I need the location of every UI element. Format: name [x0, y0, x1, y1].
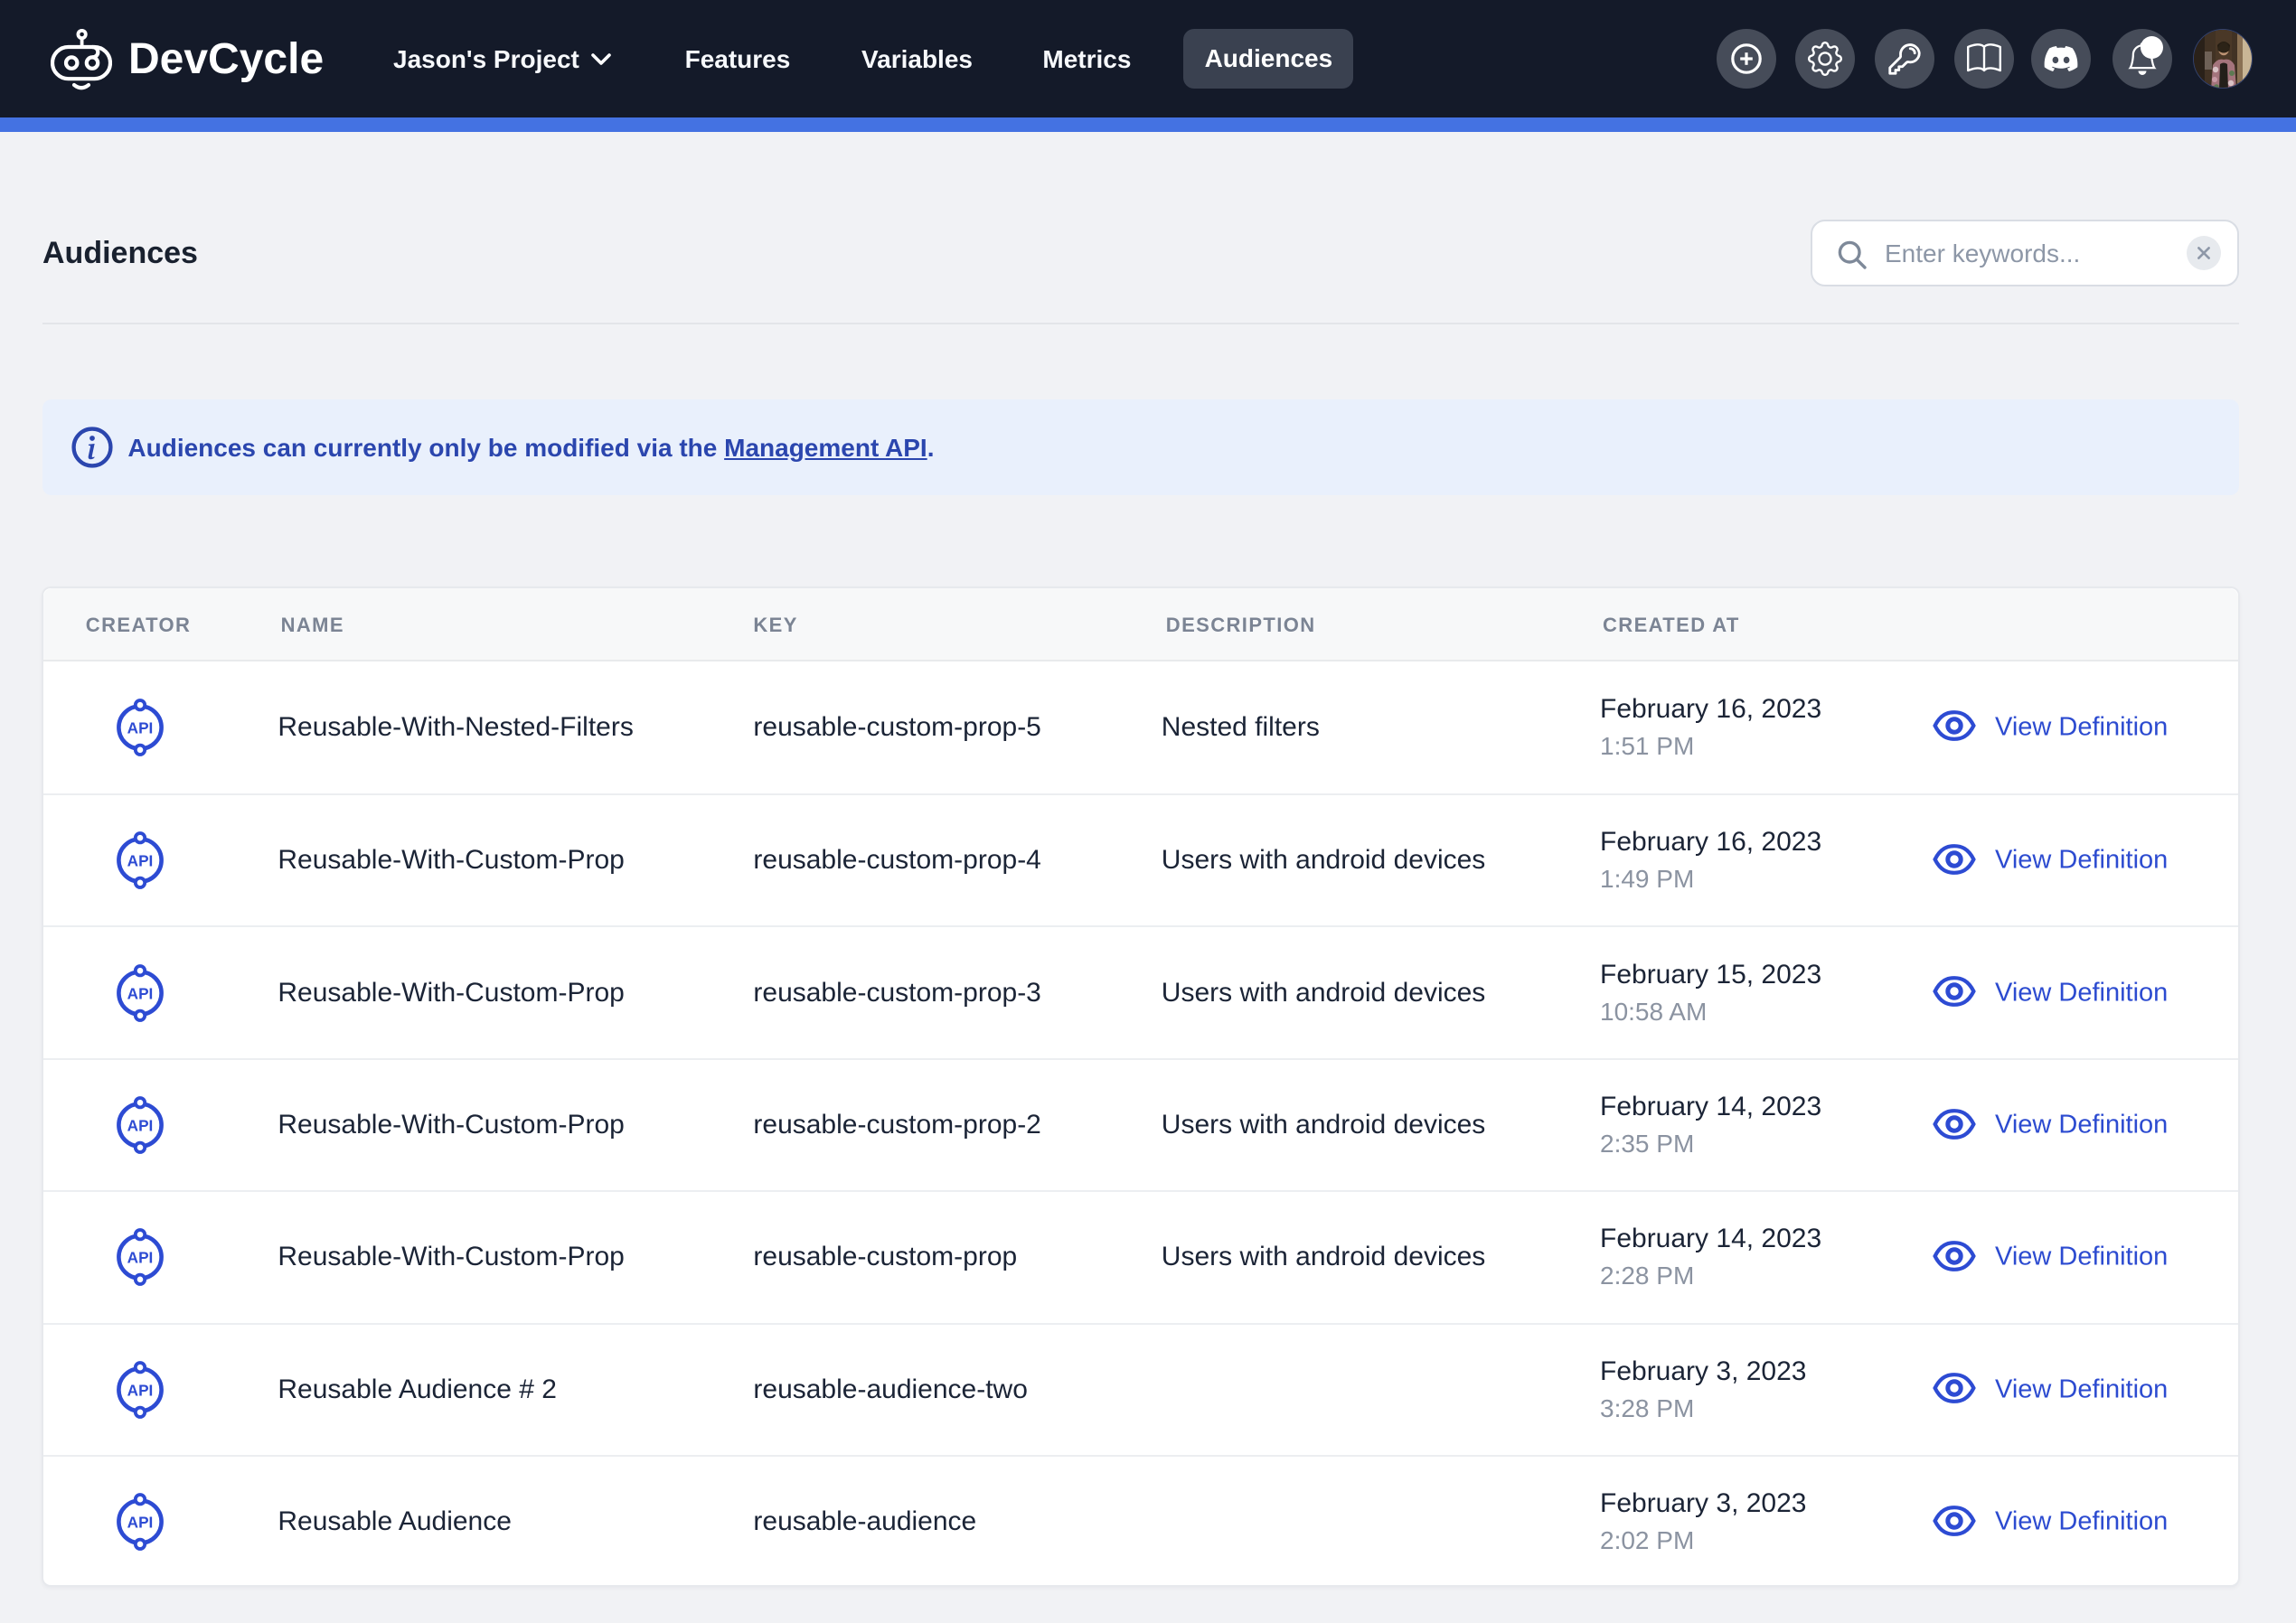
svg-text:API: API — [127, 852, 154, 870]
svg-text:API: API — [127, 718, 154, 736]
svg-text:API: API — [127, 1249, 154, 1267]
svg-text:API: API — [127, 984, 154, 1002]
svg-text:API: API — [127, 1116, 154, 1134]
svg-text:API: API — [127, 1514, 154, 1532]
svg-text:API: API — [127, 1381, 154, 1399]
